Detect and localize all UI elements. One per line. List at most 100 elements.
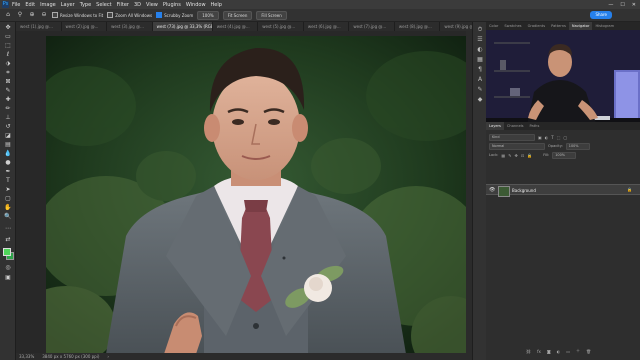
blur-tool-icon[interactable]: 💧	[3, 150, 13, 158]
styles-icon[interactable]: ◆	[476, 96, 484, 104]
paragraph-icon[interactable]: ¶	[476, 66, 484, 74]
artboard-tool-icon[interactable]: ▭	[3, 33, 13, 41]
brushes-icon[interactable]: ✎	[476, 86, 484, 94]
delete-layer-icon[interactable]: 🗑	[586, 349, 591, 354]
doc-tab[interactable]: west (4).jpg @...	[212, 22, 259, 31]
menu-plugins[interactable]: Plugins	[163, 2, 181, 8]
lock-artboard-icon[interactable]: ⊡	[521, 153, 524, 158]
tab-channels[interactable]: Channels	[504, 122, 527, 130]
tab-layers[interactable]: Layers	[486, 122, 504, 130]
healing-brush-tool-icon[interactable]: ✚	[3, 96, 13, 104]
menu-view[interactable]: View	[146, 2, 158, 8]
lock-all-icon[interactable]: 🔒	[527, 153, 532, 158]
tab-color[interactable]: Color	[486, 22, 501, 30]
libraries-icon[interactable]: ▦	[476, 56, 484, 64]
add-mask-icon[interactable]: ◙	[547, 349, 551, 354]
menu-layer[interactable]: Layer	[61, 2, 75, 8]
doc-tab[interactable]: west (6).jpg @...	[303, 22, 350, 31]
zoom-tool-icon[interactable]: ⚲	[16, 11, 24, 19]
zoom-out-icon[interactable]: ⊖	[40, 11, 48, 19]
zoom-all-checkbox[interactable]: Zoom All Windows	[107, 12, 152, 18]
menu-3d[interactable]: 3D	[134, 2, 141, 8]
layer-kind-filter[interactable]: Kind	[489, 133, 535, 141]
brush-tool-icon[interactable]: ✏	[3, 105, 13, 113]
doc-tab[interactable]: west (5).jpg @...	[258, 22, 304, 31]
menu-select[interactable]: Select	[96, 2, 111, 8]
filter-shape-icon[interactable]: ⬚	[557, 135, 561, 140]
doc-tab[interactable]: west (2).jpg @...	[61, 22, 108, 31]
adjustment-layer-icon[interactable]: ◐	[557, 349, 561, 354]
properties-icon[interactable]: ☰	[476, 36, 484, 44]
menu-filter[interactable]: Filter	[117, 2, 129, 8]
adjustments-icon[interactable]: ◐	[476, 46, 484, 54]
link-layers-icon[interactable]: ⛓	[526, 349, 531, 354]
history-icon[interactable]: ⏱	[476, 26, 484, 34]
tab-patterns[interactable]: Patterns	[548, 22, 569, 30]
menu-window[interactable]: Window	[186, 2, 206, 8]
quick-mask-icon[interactable]: ◎	[3, 264, 13, 272]
history-brush-tool-icon[interactable]: ↺	[3, 123, 13, 131]
doc-tab[interactable]: west (8).jpg @...	[394, 22, 441, 31]
share-button[interactable]: Share	[590, 11, 612, 19]
menu-edit[interactable]: Edit	[25, 2, 35, 8]
scrubby-zoom-checkbox[interactable]: Scrubby Zoom	[156, 12, 193, 18]
zoom-level[interactable]: 33,33%	[19, 354, 34, 359]
fill-screen-button[interactable]: Fill Screen	[256, 10, 287, 20]
filter-pixel-icon[interactable]: ▣	[538, 135, 542, 140]
doc-tab[interactable]: west (1).jpg @...	[16, 22, 62, 31]
foreground-color-swatch[interactable]	[3, 248, 11, 256]
menu-help[interactable]: Help	[211, 2, 222, 8]
filter-smart-icon[interactable]: ▢	[564, 135, 568, 140]
swap-colors-icon[interactable]: ⇄	[3, 236, 13, 244]
visibility-eye-icon[interactable]: 👁	[489, 187, 495, 193]
rectangle-tool-icon[interactable]: ▢	[3, 195, 13, 203]
maximize-icon[interactable]: ☐	[620, 2, 624, 8]
type-tool-icon[interactable]: T	[3, 177, 13, 185]
blend-mode-select[interactable]: Normal	[489, 142, 545, 150]
object-select-tool-icon[interactable]: ⬗	[3, 60, 13, 68]
gradient-tool-icon[interactable]: ▤	[3, 141, 13, 149]
frame-tool-icon[interactable]: ⊠	[3, 78, 13, 86]
fill-input[interactable]: 100%	[552, 151, 577, 159]
tab-swatches[interactable]: Swatches	[501, 22, 524, 30]
tab-histogram[interactable]: Histogram	[592, 22, 617, 30]
layer-name[interactable]: Background	[512, 187, 536, 194]
pen-tool-icon[interactable]: ✒	[3, 168, 13, 176]
tab-navigator[interactable]: Navigator	[568, 22, 593, 30]
opacity-input[interactable]: 100%	[565, 142, 590, 150]
new-layer-icon[interactable]: ＋	[576, 348, 580, 354]
new-group-icon[interactable]: ▭	[566, 349, 570, 354]
status-arrow-icon[interactable]: ›	[107, 354, 109, 359]
lock-position-icon[interactable]: ✥	[515, 153, 518, 158]
menu-file[interactable]: File	[12, 2, 20, 8]
fit-screen-button[interactable]: Fit Screen	[222, 10, 253, 20]
eyedropper-tool-icon[interactable]: ✎	[3, 87, 13, 95]
zoom-100-button[interactable]: 100%	[197, 10, 219, 20]
character-icon[interactable]: A	[476, 76, 484, 84]
filter-type-icon[interactable]: T	[551, 135, 553, 140]
eraser-tool-icon[interactable]: ◪	[3, 132, 13, 140]
crop-tool-icon[interactable]: ⌗	[3, 69, 13, 77]
zoom-tool-panel-icon[interactable]: 🔍	[3, 213, 13, 221]
move-tool-icon[interactable]: ✥	[3, 24, 13, 32]
doc-tab[interactable]: west (3).jpg @...	[107, 22, 153, 31]
document-photo[interactable]	[46, 36, 466, 354]
marquee-tool-icon[interactable]: ⬚	[3, 42, 13, 50]
home-icon[interactable]: ⌂	[4, 11, 12, 19]
path-selection-tool-icon[interactable]: ➤	[3, 186, 13, 194]
doc-tab[interactable]: west (7).jpg @...	[349, 22, 395, 31]
zoom-in-icon[interactable]: ⊕	[28, 11, 36, 19]
hand-tool-icon[interactable]: ✋	[3, 204, 13, 212]
screen-mode-icon[interactable]: ▣	[3, 274, 13, 282]
more-tools-icon[interactable]: ⋯	[3, 225, 13, 233]
menu-image[interactable]: Image	[40, 2, 56, 8]
clone-stamp-tool-icon[interactable]: ⊥	[3, 114, 13, 122]
lock-transparent-icon[interactable]: ▦	[501, 153, 505, 158]
fx-icon[interactable]: fx	[537, 349, 541, 354]
filter-adjustment-icon[interactable]: ◐	[545, 135, 549, 140]
layer-row-background[interactable]: 👁 Background 🔒	[486, 184, 640, 197]
minimize-icon[interactable]: —	[608, 2, 613, 8]
tab-paths[interactable]: Paths	[527, 122, 543, 130]
lock-pixels-icon[interactable]: ✎	[508, 153, 511, 158]
resize-windows-checkbox[interactable]: Resize Windows to Fit	[52, 12, 103, 18]
